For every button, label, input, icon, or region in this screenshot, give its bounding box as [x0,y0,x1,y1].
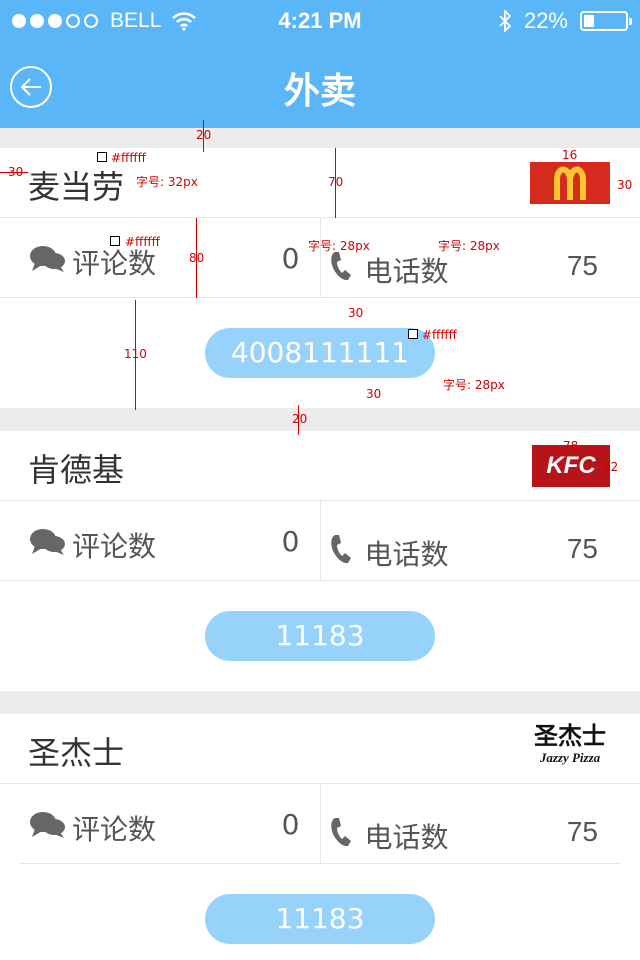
spec-label: 30 [617,178,633,192]
spec-label: #ffffff [125,235,160,249]
comments-count: 0 [281,242,300,275]
phone-area: 4008111111 [0,298,640,408]
mcdonalds-logo-icon [530,162,610,204]
battery-icon [580,11,632,31]
chat-bubbles-icon [30,246,65,272]
restaurant-name: 麦当劳 [28,168,125,206]
spec-line [0,172,28,173]
comments-stat[interactable]: 评论数 0 [0,218,321,297]
restaurant-header: 圣杰士 圣杰士 Jazzy Pizza [0,714,640,784]
status-bar: BELL 4:21 PM 22% [0,0,640,40]
comments-stat[interactable]: 评论数 0 [0,501,321,580]
spec-label: 110 [124,347,147,361]
battery-fill [584,15,594,27]
calls-label: 电话数 [364,539,449,570]
spec-label: 字号: 28px [443,378,505,392]
calls-label: 电话数 [364,822,449,853]
stats-row: 评论数 0 电话数 75 [0,218,640,298]
spec-label: 42 [603,460,619,474]
stats-row: 评论数 0 电话数 75 [20,784,620,864]
comments-count: 0 [281,525,300,558]
restaurant-card: 麦当劳 评论数 0 电话数 75 4008111111 [0,148,640,408]
spec-label: 30 [366,387,382,401]
comments-label: 评论数 [72,530,157,563]
chat-bubbles-icon [30,812,65,838]
restaurant-name: 圣杰士 [28,734,125,772]
spec-label: 16 [562,148,578,162]
spec-label: 字号: 28px [308,239,370,253]
stats-row: 评论数 0 电话数 75 [0,501,640,581]
spec-label: 20 [196,128,212,142]
restaurant-name: 肯德基 [28,451,125,489]
calls-stat[interactable]: 电话数 75 [309,792,609,871]
jazzy-pizza-logo-icon: 圣杰士 Jazzy Pizza [530,722,610,774]
top-bar: BELL 4:21 PM 22% 外卖 [0,0,640,128]
phone-area: 11183 [0,581,640,691]
spec-label: 30 [348,306,364,320]
page-title: 外卖 [283,71,356,112]
calls-label: 电话数 [364,256,449,287]
nav-bar: 外卖 [0,40,640,128]
comments-count: 0 [281,808,300,841]
phone-icon [330,535,351,564]
bluetooth-icon [499,10,512,32]
spec-label: 字号: 28px [438,239,500,253]
restaurant-header: 肯德基 KFC [0,431,640,501]
spec-color-swatch [408,329,418,339]
logo-chinese-text: 圣杰士 [534,722,606,750]
comments-label: 评论数 [72,813,157,846]
phone-icon [330,252,351,281]
phone-number-button[interactable]: 11183 [205,894,435,944]
restaurant-header: 麦当劳 [0,148,640,218]
spec-label: 80 [189,251,205,265]
chat-bubbles-icon [30,529,65,555]
status-right: 22% [498,8,632,34]
calls-count: 75 [566,533,598,564]
phone-area: 11183 [0,864,640,960]
calls-count: 75 [566,816,598,847]
spec-label: #ffffff [422,328,457,342]
restaurant-card: 肯德基 KFC 评论数 0 电话数 75 11183 [0,431,640,691]
spec-color-swatch [110,236,120,246]
phone-number-button[interactable]: 4008111111 [205,328,435,378]
comments-stat[interactable]: 评论数 0 [20,784,321,863]
spec-label: 字号: 32px [136,175,198,189]
spec-label: 20 [292,412,308,426]
battery-percent: 22% [523,8,568,33]
phone-icon [330,818,351,847]
calls-stat[interactable]: 电话数 75 [309,509,629,588]
calls-count: 75 [566,250,598,281]
spec-label: #ffffff [111,151,146,165]
spec-label: 70 [328,175,344,189]
spec-color-swatch [97,152,107,162]
spec-label: 78 [563,439,579,453]
logo-english-text: Jazzy Pizza [539,750,601,765]
phone-number-button[interactable]: 11183 [205,611,435,661]
restaurant-card: 圣杰士 圣杰士 Jazzy Pizza 评论数 0 电话数 75 11183 [0,714,640,960]
